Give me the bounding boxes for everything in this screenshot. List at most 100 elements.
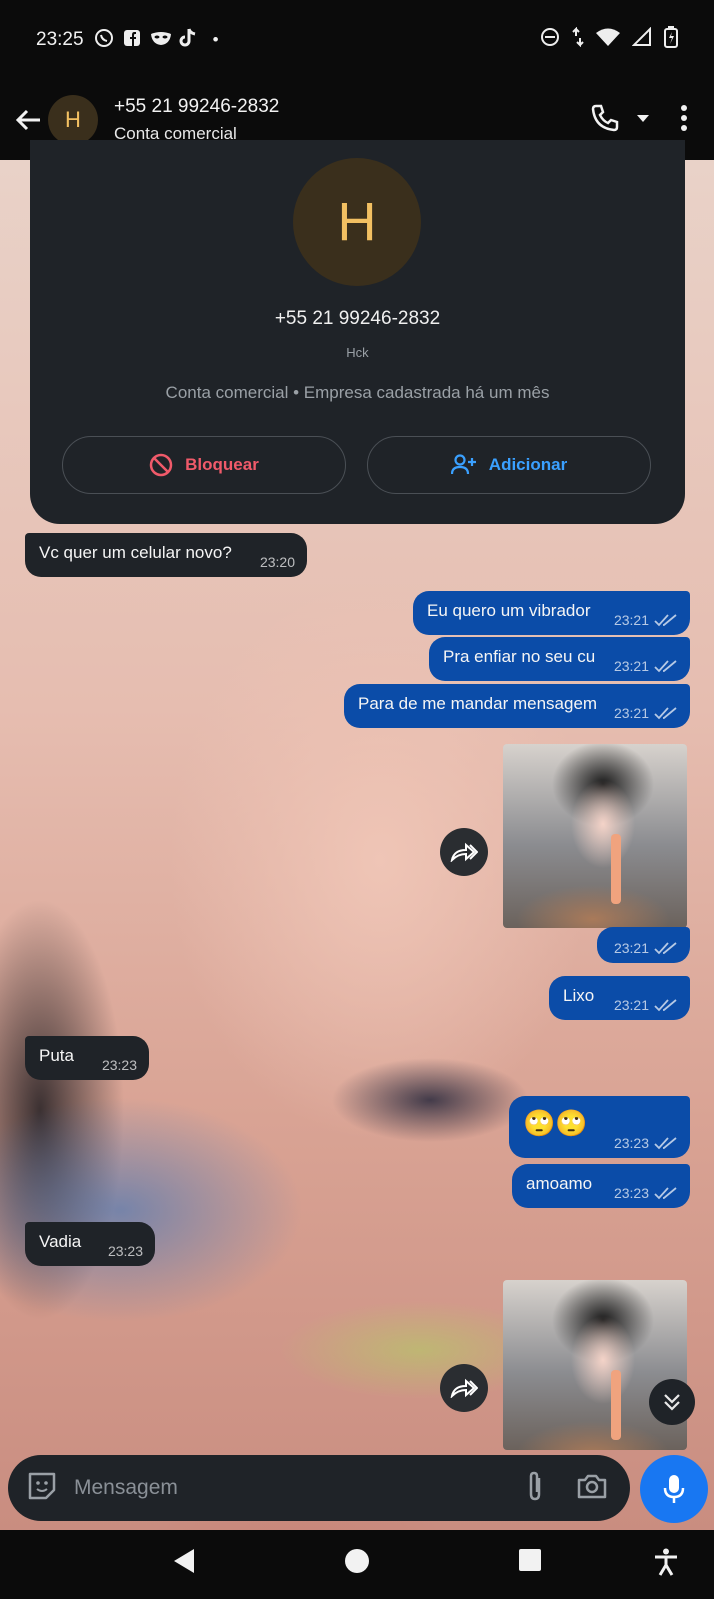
status-time: 23:25 bbox=[36, 29, 84, 50]
message-text: Puta bbox=[39, 1046, 74, 1065]
phone-icon bbox=[591, 104, 619, 131]
outgoing-message[interactable]: Pra enfiar no seu cu 23:21 bbox=[429, 637, 690, 681]
message-time: 23:23 bbox=[107, 1243, 143, 1259]
outgoing-message[interactable]: Para de me mandar mensagem 23:21 bbox=[344, 684, 690, 728]
back-button[interactable] bbox=[4, 96, 52, 144]
tiktok-icon bbox=[178, 28, 198, 53]
block-label: Bloquear bbox=[185, 455, 259, 474]
message-time: 23:21 bbox=[613, 658, 649, 674]
caret-down-icon bbox=[637, 115, 649, 122]
message-time: 23:23 bbox=[101, 1057, 137, 1073]
business-info-card: H +55 21 99246-2832 Hck Conta comercial … bbox=[30, 140, 685, 524]
composer-actions bbox=[524, 1470, 612, 1507]
more-vertical-icon bbox=[681, 104, 687, 131]
add-contact-label: Adicionar bbox=[488, 455, 568, 474]
camera-button[interactable] bbox=[576, 1472, 608, 1505]
contact-phone: +55 21 99246-2832 bbox=[114, 96, 280, 117]
more-options-button[interactable] bbox=[680, 104, 688, 137]
forward-icon bbox=[450, 1378, 478, 1398]
sticker-button[interactable] bbox=[26, 1470, 58, 1507]
forward-button[interactable] bbox=[440, 828, 488, 876]
outgoing-message[interactable]: 🙄🙄 23:23 bbox=[509, 1096, 690, 1158]
message-time: 23:20 bbox=[259, 554, 295, 570]
microphone-icon bbox=[663, 1475, 685, 1503]
call-button[interactable] bbox=[590, 103, 620, 138]
forward-icon bbox=[450, 842, 478, 862]
image-detail bbox=[611, 1370, 621, 1440]
signal-icon bbox=[631, 26, 652, 53]
paperclip-icon bbox=[529, 1471, 541, 1500]
facebook-icon bbox=[122, 29, 142, 52]
incoming-message[interactable]: Vadia 23:23 bbox=[25, 1222, 155, 1266]
message-text: Eu quero um vibrador bbox=[427, 601, 591, 620]
image-message[interactable] bbox=[503, 1280, 687, 1450]
message-time: 23:21 bbox=[613, 940, 649, 956]
accessibility-button[interactable] bbox=[654, 1548, 678, 1581]
battery-icon bbox=[664, 26, 678, 54]
contact-title-area[interactable]: +55 21 99246-2832 Conta comercial bbox=[114, 96, 279, 144]
read-receipt-icon bbox=[654, 1137, 677, 1150]
business-name: Hck bbox=[346, 345, 369, 360]
status-bar: 23:25 • bbox=[0, 0, 714, 80]
message-time: 23:23 bbox=[613, 1135, 649, 1151]
arrow-left-icon bbox=[15, 109, 40, 131]
add-contact-button[interactable]: Adicionar bbox=[367, 436, 651, 494]
system-navigation-bar bbox=[0, 1530, 714, 1599]
mask-icon bbox=[150, 30, 171, 51]
read-receipt-icon bbox=[654, 1187, 677, 1200]
message-text: amoamo bbox=[526, 1174, 593, 1193]
message-text: Pra enfiar no seu cu bbox=[443, 647, 596, 666]
read-receipt-icon bbox=[654, 942, 677, 955]
outgoing-message[interactable]: Eu quero um vibrador 23:21 bbox=[413, 591, 690, 635]
business-avatar: H bbox=[293, 158, 421, 286]
scroll-to-bottom-button[interactable] bbox=[649, 1379, 695, 1425]
message-time: 23:23 bbox=[613, 1185, 649, 1201]
block-button[interactable]: Bloquear bbox=[62, 436, 346, 494]
nav-back-button[interactable] bbox=[172, 1548, 196, 1579]
read-receipt-icon bbox=[654, 999, 677, 1012]
header-actions bbox=[590, 103, 714, 138]
attach-button[interactable] bbox=[524, 1470, 546, 1507]
incoming-message[interactable]: Puta 23:23 bbox=[25, 1036, 149, 1080]
circle-home-icon bbox=[345, 1549, 369, 1573]
outgoing-message[interactable]: Lixo 23:21 bbox=[549, 976, 690, 1020]
call-options-dropdown[interactable] bbox=[636, 111, 650, 129]
block-icon bbox=[149, 453, 173, 477]
contact-avatar[interactable]: H bbox=[48, 95, 98, 145]
triangle-back-icon bbox=[174, 1549, 194, 1573]
incoming-message[interactable]: Vc quer um celular novo? 23:20 bbox=[25, 533, 307, 577]
message-text: Lixo bbox=[563, 986, 595, 1005]
message-time: 23:21 bbox=[613, 612, 649, 628]
business-phone: +55 21 99246-2832 bbox=[274, 308, 441, 329]
read-receipt-icon bbox=[654, 614, 677, 627]
message-text: Vadia bbox=[39, 1232, 82, 1251]
image-timestamp-bubble: 23:21 bbox=[597, 927, 690, 963]
add-person-icon bbox=[450, 454, 476, 475]
square-recents-icon bbox=[519, 1549, 541, 1571]
message-time: 23:21 bbox=[613, 705, 649, 721]
data-arrows-icon bbox=[572, 26, 584, 53]
read-receipt-icon bbox=[654, 707, 677, 720]
system-icons bbox=[540, 26, 678, 54]
sticker-icon bbox=[28, 1472, 56, 1499]
forward-button[interactable] bbox=[440, 1364, 488, 1412]
notification-icons: • bbox=[94, 28, 226, 53]
accessibility-icon bbox=[655, 1548, 677, 1576]
image-detail bbox=[611, 834, 621, 904]
message-input[interactable]: Mensagem bbox=[74, 1476, 524, 1500]
voice-message-button[interactable] bbox=[640, 1455, 708, 1523]
nav-home-button[interactable] bbox=[344, 1548, 370, 1579]
camera-icon bbox=[577, 1474, 607, 1498]
nav-recents-button[interactable] bbox=[518, 1548, 542, 1577]
business-info: Conta comercial • Empresa cadastrada há … bbox=[165, 383, 550, 402]
dnd-icon bbox=[540, 27, 560, 53]
message-time: 23:21 bbox=[613, 997, 649, 1013]
message-text: Para de me mandar mensagem bbox=[358, 694, 598, 713]
double-chevron-down-icon bbox=[664, 1394, 680, 1411]
whatsapp-icon bbox=[94, 28, 114, 53]
image-message[interactable] bbox=[503, 744, 687, 928]
outgoing-message[interactable]: amoamo 23:23 bbox=[512, 1164, 690, 1208]
message-text: 🙄🙄 bbox=[523, 1108, 588, 1138]
wifi-icon bbox=[596, 28, 620, 52]
read-receipt-icon bbox=[654, 660, 677, 673]
